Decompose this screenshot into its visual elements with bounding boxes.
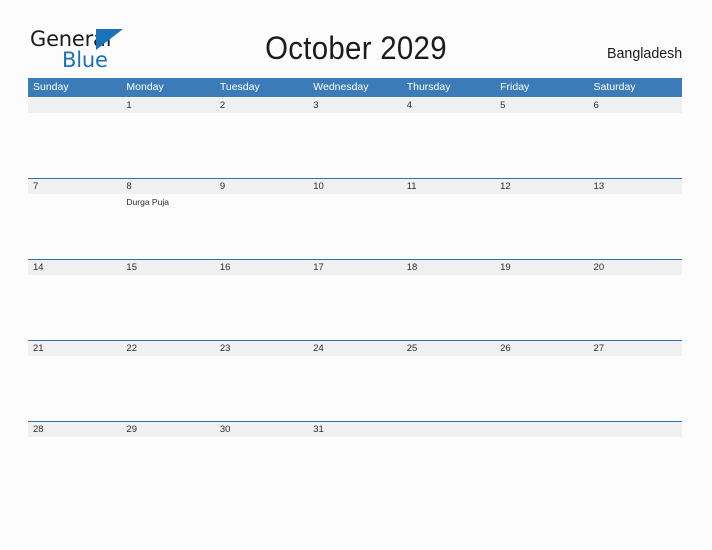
calendar-week-row: 7 8 9 10 11 12 13 Durga Puja [28, 178, 682, 259]
week-date-band: 28 29 30 31 [28, 422, 682, 437]
day-cell[interactable] [402, 275, 495, 340]
day-cell[interactable] [589, 356, 682, 421]
calendar-grid: Sunday Monday Tuesday Wednesday Thursday… [28, 78, 682, 502]
day-cell[interactable] [28, 437, 121, 502]
day-cell[interactable] [308, 275, 401, 340]
day-number[interactable]: 27 [589, 341, 682, 356]
calendar-week-row: 14 15 16 17 18 19 20 [28, 259, 682, 340]
day-cell[interactable] [121, 113, 214, 178]
day-cell[interactable]: Durga Puja [121, 194, 214, 259]
day-number[interactable]: 11 [402, 179, 495, 194]
day-number[interactable]: 23 [215, 341, 308, 356]
day-header-saturday: Saturday [593, 81, 636, 93]
week-events-band [28, 113, 682, 178]
day-cell[interactable] [589, 275, 682, 340]
day-cell[interactable] [28, 275, 121, 340]
day-number[interactable]: 29 [121, 422, 214, 437]
page-header: General Blue October 2029 Bangladesh [0, 0, 712, 78]
day-number[interactable]: 20 [589, 260, 682, 275]
day-cell[interactable] [121, 356, 214, 421]
week-date-band: 1 2 3 4 5 6 [28, 98, 682, 113]
week-events-band [28, 356, 682, 421]
day-cell[interactable] [308, 194, 401, 259]
day-cell[interactable] [495, 356, 588, 421]
day-cell[interactable] [402, 437, 495, 502]
day-cell[interactable] [215, 113, 308, 178]
day-cell[interactable] [495, 275, 588, 340]
day-number[interactable]: 13 [589, 179, 682, 194]
day-number[interactable] [402, 422, 495, 437]
day-number[interactable]: 1 [121, 98, 214, 113]
day-number[interactable] [28, 98, 121, 113]
day-of-week-header-row: Sunday Monday Tuesday Wednesday Thursday… [28, 78, 682, 97]
day-number[interactable]: 17 [308, 260, 401, 275]
page-title: October 2029 [265, 30, 447, 66]
day-header-monday: Monday [126, 81, 164, 93]
day-number[interactable]: 9 [215, 179, 308, 194]
day-cell[interactable] [589, 113, 682, 178]
day-number[interactable]: 14 [28, 260, 121, 275]
day-cell[interactable] [121, 275, 214, 340]
day-number[interactable]: 19 [495, 260, 588, 275]
calendar-week-row: 21 22 23 24 25 26 27 [28, 340, 682, 421]
day-cell[interactable] [402, 113, 495, 178]
day-number[interactable]: 16 [215, 260, 308, 275]
day-number[interactable]: 18 [402, 260, 495, 275]
calendar-event[interactable]: Durga Puja [126, 197, 210, 208]
day-cell[interactable] [121, 437, 214, 502]
day-cell[interactable] [402, 194, 495, 259]
day-number[interactable]: 10 [308, 179, 401, 194]
week-date-band: 14 15 16 17 18 19 20 [28, 260, 682, 275]
day-number[interactable]: 30 [215, 422, 308, 437]
day-cell[interactable] [308, 356, 401, 421]
day-cell[interactable] [215, 275, 308, 340]
week-date-band: 21 22 23 24 25 26 27 [28, 341, 682, 356]
day-cell[interactable] [215, 437, 308, 502]
day-cell[interactable] [589, 194, 682, 259]
day-number[interactable]: 31 [308, 422, 401, 437]
day-cell[interactable] [308, 437, 401, 502]
day-number[interactable]: 26 [495, 341, 588, 356]
day-header-thursday: Thursday [406, 81, 451, 93]
day-number[interactable]: 8 [121, 179, 214, 194]
week-events-band [28, 275, 682, 340]
day-header-sunday: Sunday [33, 81, 69, 93]
day-number[interactable]: 28 [28, 422, 121, 437]
day-cell[interactable] [28, 113, 121, 178]
day-cell[interactable] [495, 437, 588, 502]
day-header-friday: Friday [500, 81, 530, 93]
day-cell[interactable] [215, 356, 308, 421]
calendar-week-row: 1 2 3 4 5 6 [28, 97, 682, 178]
day-cell[interactable] [495, 194, 588, 259]
day-number[interactable]: 24 [308, 341, 401, 356]
calendar-week-row: 28 29 30 31 [28, 421, 682, 502]
day-cell[interactable] [28, 194, 121, 259]
day-number[interactable]: 7 [28, 179, 121, 194]
day-cell[interactable] [308, 113, 401, 178]
day-number[interactable]: 5 [495, 98, 588, 113]
day-number[interactable] [589, 422, 682, 437]
week-date-band: 7 8 9 10 11 12 13 [28, 179, 682, 194]
day-cell[interactable] [402, 356, 495, 421]
day-header-tuesday: Tuesday [219, 81, 260, 93]
day-number[interactable]: 15 [121, 260, 214, 275]
day-cell[interactable] [589, 437, 682, 502]
day-cell[interactable] [28, 356, 121, 421]
week-events-band [28, 437, 682, 502]
day-number[interactable]: 22 [121, 341, 214, 356]
day-number[interactable]: 2 [215, 98, 308, 113]
day-number[interactable] [495, 422, 588, 437]
day-header-wednesday: Wednesday [313, 81, 369, 93]
day-cell[interactable] [495, 113, 588, 178]
day-number[interactable]: 25 [402, 341, 495, 356]
week-events-band: Durga Puja [28, 194, 682, 259]
calendar-page: General Blue October 2029 Bangladesh Sun… [0, 0, 712, 550]
day-number[interactable]: 21 [28, 341, 121, 356]
day-number[interactable]: 12 [495, 179, 588, 194]
day-number[interactable]: 4 [402, 98, 495, 113]
day-number[interactable]: 6 [589, 98, 682, 113]
country-label: Bangladesh [606, 45, 682, 62]
day-cell[interactable] [215, 194, 308, 259]
day-number[interactable]: 3 [308, 98, 401, 113]
